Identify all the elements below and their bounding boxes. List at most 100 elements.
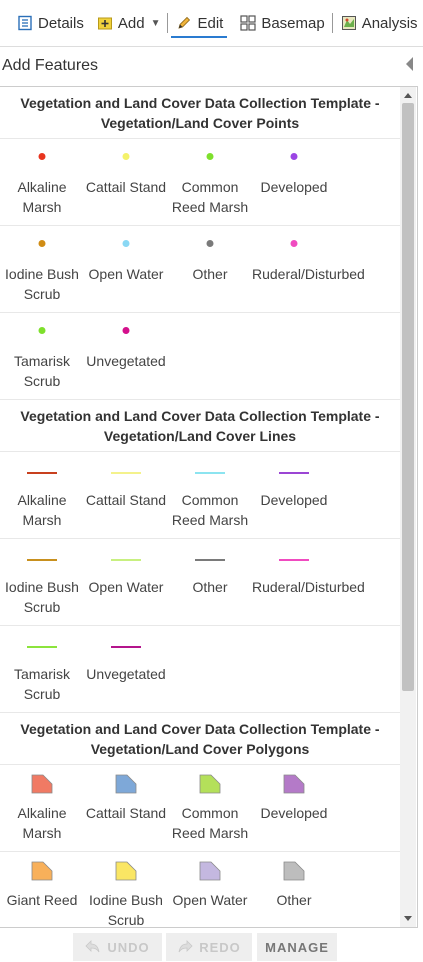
feature-template-label: Common Reed Marsh <box>171 492 249 528</box>
feature-template-label: Developed <box>260 179 328 195</box>
analysis-icon <box>340 14 358 32</box>
feature-template-label: Alkaline Marsh <box>17 805 67 841</box>
feature-template-label: Common Reed Marsh <box>171 805 249 841</box>
edit-button[interactable]: Edit <box>171 8 228 38</box>
scrollbar-thumb[interactable] <box>402 103 414 691</box>
chevron-down-icon: ▼ <box>150 17 161 29</box>
feature-template-item[interactable]: Common Reed Marsh <box>168 139 252 225</box>
vertical-scrollbar[interactable] <box>400 87 416 927</box>
undo-button[interactable]: UNDO <box>73 933 162 961</box>
analysis-button[interactable]: Analysis <box>336 8 422 38</box>
feature-template-item[interactable]: Common Reed Marsh <box>168 765 252 851</box>
details-icon <box>16 14 34 32</box>
feature-template-label: Ruderal/Disturbed <box>252 579 365 595</box>
redo-label: REDO <box>199 939 241 955</box>
line-symbol-icon <box>195 472 225 474</box>
feature-template-item[interactable]: Open Water <box>84 539 168 625</box>
redo-button[interactable]: REDO <box>166 933 252 961</box>
feature-template-label: Alkaline Marsh <box>17 179 67 215</box>
feature-template-item[interactable]: Tamarisk Scrub <box>0 626 84 712</box>
feature-template-item[interactable]: Other <box>168 226 252 312</box>
pencil-icon <box>175 14 193 32</box>
feature-template-label: Giant Reed <box>6 892 78 908</box>
template-row: Alkaline Marsh Cattail Stand Common Reed M… <box>0 139 400 226</box>
details-label: Details <box>38 14 84 32</box>
collapse-panel-icon[interactable] <box>406 57 413 71</box>
feature-template-item[interactable]: Developed <box>252 765 336 851</box>
feature-templates-list[interactable]: Vegetation and Land Cover Data Collectio… <box>0 86 418 928</box>
layer-title: Vegetation and Land Cover Data Collectio… <box>0 713 400 765</box>
feature-template-label: Alkaline Marsh <box>17 492 67 528</box>
feature-template-item[interactable]: Open Water <box>84 226 168 312</box>
feature-template-label: Other <box>192 579 228 595</box>
feature-template-item[interactable]: Cattail Stand <box>84 452 168 538</box>
feature-template-item[interactable]: Tamarisk Scrub <box>0 313 84 399</box>
feature-template-item[interactable]: Developed <box>252 139 336 225</box>
polygon-symbol-icon <box>283 861 305 881</box>
polygon-symbol-icon <box>199 861 221 881</box>
layer-title: Vegetation and Land Cover Data Collectio… <box>0 400 400 452</box>
line-symbol-icon <box>27 559 57 561</box>
feature-template-label: Unvegetated <box>86 666 166 682</box>
panel-title: Add Features <box>2 57 99 74</box>
template-row: Tamarisk Scrub Unvegetated <box>0 626 400 713</box>
line-symbol-icon <box>27 472 57 474</box>
feature-template-label: Open Water <box>88 579 164 595</box>
feature-template-label: Tamarisk Scrub <box>13 666 70 702</box>
manage-label: MANAGE <box>265 939 329 955</box>
feature-template-item[interactable]: Ruderal/Disturbed <box>252 226 365 312</box>
point-symbol-icon <box>122 153 130 160</box>
polygon-symbol-icon <box>199 774 221 794</box>
polygon-symbol-icon <box>31 774 53 794</box>
feature-template-item[interactable]: Open Water <box>168 852 252 927</box>
add-label: Add <box>117 14 145 32</box>
point-symbol-icon <box>290 153 298 160</box>
feature-template-label: Open Water <box>88 266 164 282</box>
scroll-down-icon[interactable] <box>404 916 412 921</box>
feature-template-label: Cattail Stand <box>85 492 167 508</box>
polygon-symbol-icon <box>115 774 137 794</box>
feature-template-item[interactable]: Developed <box>252 452 336 538</box>
feature-template-item[interactable]: Alkaline Marsh <box>0 765 84 851</box>
feature-template-item[interactable]: Cattail Stand <box>84 765 168 851</box>
feature-template-item[interactable]: Unvegetated <box>84 313 168 399</box>
point-symbol-icon <box>38 153 46 160</box>
feature-template-item[interactable]: Alkaline Marsh <box>0 139 84 225</box>
feature-template-item[interactable]: Unvegetated <box>84 626 168 712</box>
polygon-symbol-icon <box>115 861 137 881</box>
line-symbol-icon <box>279 559 309 561</box>
feature-template-item[interactable]: Cattail Stand <box>84 139 168 225</box>
feature-template-item[interactable]: Other <box>168 539 252 625</box>
point-symbol-icon <box>290 240 298 247</box>
feature-template-label: Other <box>276 892 312 908</box>
line-symbol-icon <box>279 472 309 474</box>
point-symbol-icon <box>206 153 214 160</box>
point-symbol-icon <box>122 327 130 334</box>
line-symbol-icon <box>111 472 141 474</box>
feature-template-item[interactable]: Ruderal/Disturbed <box>252 539 365 625</box>
polygon-symbol-icon <box>31 861 53 881</box>
feature-template-label: Tamarisk Scrub <box>13 353 70 389</box>
basemap-button[interactable]: Basemap <box>235 8 328 38</box>
feature-template-item[interactable]: Iodine Bush Scrub <box>0 226 84 312</box>
basemap-icon <box>239 14 257 32</box>
feature-template-label: Open Water <box>172 892 248 908</box>
point-symbol-icon <box>38 240 46 247</box>
feature-template-label: Developed <box>260 492 328 508</box>
manage-button[interactable]: MANAGE <box>257 933 337 961</box>
scroll-up-icon[interactable] <box>404 93 412 98</box>
line-symbol-icon <box>27 646 57 648</box>
feature-template-item[interactable]: Giant Reed <box>0 852 84 927</box>
polygon-symbol-icon <box>283 774 305 794</box>
template-row: Iodine Bush Scrub Open Water Other Ruderal/… <box>0 226 400 313</box>
add-button[interactable]: Add ▼ <box>92 8 165 38</box>
feature-template-label: Unvegetated <box>86 353 166 369</box>
line-symbol-icon <box>195 559 225 561</box>
details-button[interactable]: Details <box>12 8 88 38</box>
toolbar-divider <box>331 13 333 33</box>
feature-template-item[interactable]: Iodine Bush Scrub <box>84 852 168 927</box>
feature-template-item[interactable]: Other <box>252 852 336 927</box>
feature-template-item[interactable]: Iodine Bush Scrub <box>0 539 84 625</box>
feature-template-item[interactable]: Common Reed Marsh <box>168 452 252 538</box>
feature-template-item[interactable]: Alkaline Marsh <box>0 452 84 538</box>
